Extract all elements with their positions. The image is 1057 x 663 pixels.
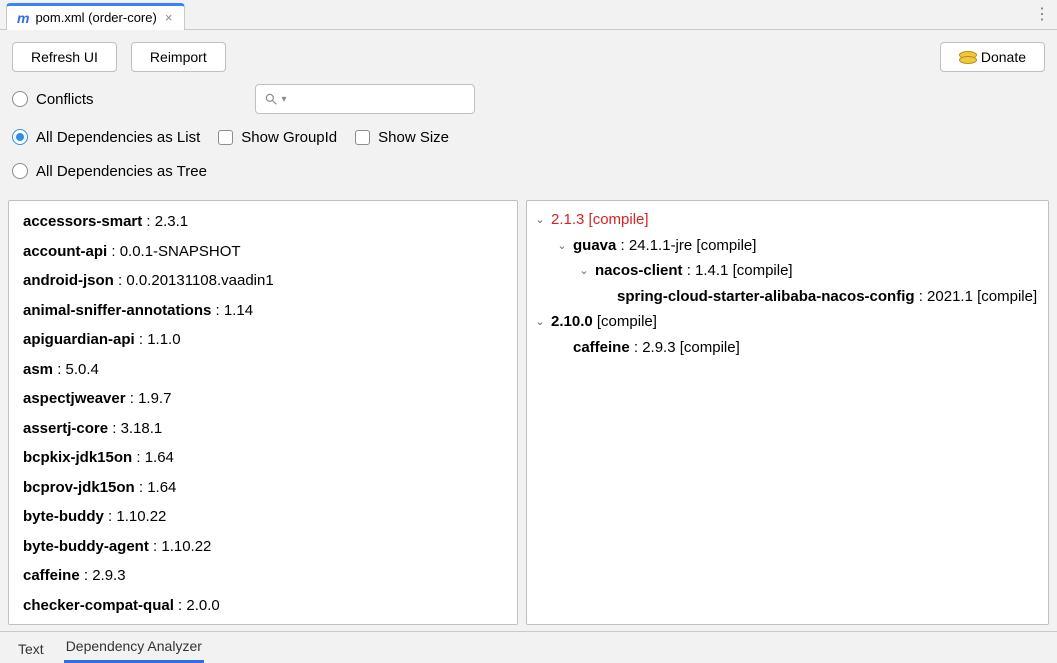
dependency-name: android-json: [23, 272, 114, 289]
dependency-version: : 5.0.4: [53, 361, 99, 378]
list-item[interactable]: bcprov-jdk15on : 1.64: [9, 473, 517, 503]
filters-area: Conflicts ▾ All Dependencies as List Sho…: [0, 82, 1057, 200]
dependency-name: assertj-core: [23, 420, 108, 437]
radio-all-list[interactable]: All Dependencies as List: [12, 129, 200, 146]
editor-tabstrip: m pom.xml (order-core) × ⋮: [0, 0, 1057, 30]
dependency-version: : 1.64: [135, 479, 177, 496]
dependency-version: : 1.10.22: [149, 538, 212, 555]
tree-node-label: spring-cloud-starter-alibaba-nacos-confi…: [617, 284, 1037, 310]
file-tab-title: pom.xml (order-core): [35, 10, 156, 25]
dependency-name: account-api: [23, 243, 107, 260]
tab-dependency-analyzer[interactable]: Dependency Analyzer: [64, 632, 204, 663]
dependency-name: checker-compat-qual: [23, 597, 174, 614]
chevron-down-icon[interactable]: ▾: [282, 94, 287, 105]
search-input[interactable]: [291, 92, 466, 107]
list-item[interactable]: apiguardian-api : 1.1.0: [9, 325, 517, 355]
checkbox-show-size-label: Show Size: [378, 129, 449, 146]
tree-row[interactable]: ⌄2.1.3 [compile]: [533, 207, 1042, 233]
chevron-down-icon[interactable]: ⌄: [533, 211, 547, 230]
list-item[interactable]: caffeine : 2.9.3: [9, 561, 517, 591]
tree-node-label: guava : 24.1.1-jre [compile]: [573, 233, 756, 259]
radio-all-tree[interactable]: All Dependencies as Tree: [12, 163, 207, 180]
dependency-version: : 1.14: [211, 302, 253, 319]
dependency-version: : 2.0.0: [174, 597, 220, 614]
search-icon: [264, 92, 278, 106]
list-item[interactable]: animal-sniffer-annotations : 1.14: [9, 296, 517, 326]
more-options-icon[interactable]: ⋮: [1027, 0, 1057, 29]
tree-node-label: 2.1.3 [compile]: [551, 207, 649, 233]
dependency-version: : 1.64: [132, 449, 174, 466]
dependency-tree-panel[interactable]: ⌄2.1.3 [compile]⌄guava : 24.1.1-jre [com…: [526, 200, 1049, 625]
dependency-name: accessors-smart: [23, 213, 142, 230]
coins-icon: [959, 51, 975, 63]
dependency-name: caffeine: [23, 567, 80, 584]
checkbox-show-size[interactable]: Show Size: [355, 129, 449, 146]
list-item[interactable]: checker-compat-qual : 2.0.0: [9, 591, 517, 621]
dependency-version: : 1.10.22: [104, 508, 167, 525]
list-item[interactable]: android-json : 0.0.20131108.vaadin1: [9, 266, 517, 296]
checkbox-show-groupid[interactable]: Show GroupId: [218, 129, 337, 146]
list-item[interactable]: byte-buddy-agent : 1.10.22: [9, 532, 517, 562]
dependency-name: bcprov-jdk15on: [23, 479, 135, 496]
tree-node-label: 2.10.0 [compile]: [551, 309, 657, 335]
list-item[interactable]: accessors-smart : 2.3.1: [9, 207, 517, 237]
tree-row[interactable]: ⌄guava : 24.1.1-jre [compile]: [533, 233, 1042, 259]
dependency-list-panel[interactable]: accessors-smart : 2.3.1account-api : 0.0…: [8, 200, 518, 625]
list-item[interactable]: asm : 5.0.4: [9, 355, 517, 385]
maven-icon: m: [17, 11, 29, 25]
dependency-version: : 2.9.3: [80, 567, 126, 584]
tab-text[interactable]: Text: [16, 635, 46, 663]
dependency-version: : 1.9.7: [126, 390, 172, 407]
chevron-down-icon[interactable]: ⌄: [555, 237, 569, 256]
dependency-version: : 1.1.0: [135, 331, 181, 348]
dependency-version: : 0.0.20131108.vaadin1: [114, 272, 274, 289]
dependency-version: : 2.3.1: [142, 213, 188, 230]
bottom-tabstrip: Text Dependency Analyzer: [0, 631, 1057, 663]
file-tab-pom[interactable]: m pom.xml (order-core) ×: [6, 3, 185, 30]
chevron-down-icon[interactable]: ⌄: [577, 262, 591, 281]
list-item[interactable]: checker-qual : 3.19.0: [9, 620, 517, 625]
chevron-down-icon[interactable]: ⌄: [533, 313, 547, 332]
refresh-ui-button[interactable]: Refresh UI: [12, 42, 117, 72]
toolbar: Refresh UI Reimport Donate: [0, 30, 1057, 82]
radio-all-list-label: All Dependencies as List: [36, 129, 200, 146]
tree-row[interactable]: ⌄nacos-client : 1.4.1 [compile]: [533, 258, 1042, 284]
dependency-name: apiguardian-api: [23, 331, 135, 348]
tree-row[interactable]: ⌄caffeine : 2.9.3 [compile]: [533, 335, 1042, 361]
dependency-name: bcpkix-jdk15on: [23, 449, 132, 466]
radio-conflicts-label: Conflicts: [36, 91, 94, 108]
radio-conflicts[interactable]: Conflicts: [12, 91, 94, 108]
list-item[interactable]: byte-buddy : 1.10.22: [9, 502, 517, 532]
search-field[interactable]: ▾: [255, 84, 475, 114]
tree-row[interactable]: ⌄spring-cloud-starter-alibaba-nacos-conf…: [533, 284, 1042, 310]
list-item[interactable]: bcpkix-jdk15on : 1.64: [9, 443, 517, 473]
tree-node-label: caffeine : 2.9.3 [compile]: [573, 335, 740, 361]
radio-all-tree-label: All Dependencies as Tree: [36, 163, 207, 180]
dependency-version: : 3.18.1: [108, 420, 162, 437]
donate-button[interactable]: Donate: [940, 42, 1045, 72]
list-item[interactable]: assertj-core : 3.18.1: [9, 414, 517, 444]
dependency-name: aspectjweaver: [23, 390, 126, 407]
list-item[interactable]: aspectjweaver : 1.9.7: [9, 384, 517, 414]
dependency-version: : 0.0.1-SNAPSHOT: [107, 243, 240, 260]
donate-label: Donate: [981, 49, 1026, 65]
reimport-button[interactable]: Reimport: [131, 42, 226, 72]
dependency-name: byte-buddy-agent: [23, 538, 149, 555]
tree-row[interactable]: ⌄2.10.0 [compile]: [533, 309, 1042, 335]
dependency-name: byte-buddy: [23, 508, 104, 525]
dependency-name: animal-sniffer-annotations: [23, 302, 211, 319]
checkbox-show-groupid-label: Show GroupId: [241, 129, 337, 146]
main-split: accessors-smart : 2.3.1account-api : 0.0…: [0, 200, 1057, 631]
list-item[interactable]: account-api : 0.0.1-SNAPSHOT: [9, 237, 517, 267]
tree-node-label: nacos-client : 1.4.1 [compile]: [595, 258, 793, 284]
close-icon[interactable]: ×: [163, 11, 175, 24]
dependency-name: asm: [23, 361, 53, 378]
